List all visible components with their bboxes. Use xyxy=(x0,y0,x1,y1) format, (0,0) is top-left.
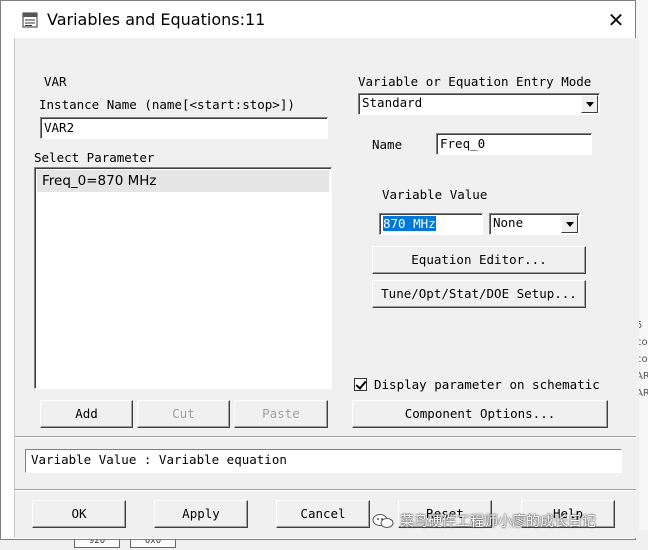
equation-editor-button[interactable]: Equation Editor... xyxy=(372,246,586,274)
select-parameter-label: Select Parameter xyxy=(34,150,155,165)
entry-mode-select[interactable]: Standard xyxy=(358,93,600,115)
apply-button[interactable]: Apply xyxy=(154,500,248,528)
cancel-button[interactable]: Cancel xyxy=(276,500,370,528)
cut-button[interactable]: Cut xyxy=(137,400,230,428)
component-options-button[interactable]: Component Options... xyxy=(352,400,608,428)
separator xyxy=(14,436,636,438)
name-label: Name xyxy=(372,137,403,152)
tune-opt-stat-doe-setup-button[interactable]: Tune/Opt/Stat/DOE Setup... xyxy=(372,280,586,308)
component-type-label: VAR xyxy=(44,74,67,89)
watermark-text: 菜鸟硬件工程师小廖的成长日记 xyxy=(400,514,596,530)
entry-mode-value: Standard xyxy=(362,95,423,110)
chevron-down-icon[interactable] xyxy=(561,215,578,233)
chevron-down-icon[interactable] xyxy=(581,95,598,113)
window-title: Variables and Equations:11 xyxy=(47,10,266,29)
instance-name-label: Instance Name (name[<start:stop>]) xyxy=(39,97,295,112)
display-parameter-label: Display parameter on schematic xyxy=(374,377,600,392)
variable-value-input[interactable]: 870 MHz xyxy=(379,213,483,235)
close-icon[interactable]: ✕ xyxy=(601,6,631,34)
ok-button[interactable]: OK xyxy=(32,500,126,528)
watermark: 菜鸟硬件工程师小廖的成长日记 xyxy=(372,511,596,531)
unit-value: None xyxy=(493,215,524,230)
title-bar[interactable]: Variables and Equations:11 ✕ xyxy=(1,1,635,39)
unit-select[interactable]: None xyxy=(489,213,580,235)
separator xyxy=(14,489,636,491)
variable-value-text: 870 MHz xyxy=(383,216,436,231)
entry-mode-label: Variable or Equation Entry Mode xyxy=(358,74,592,89)
list-item[interactable]: Freq_0=870 MHz xyxy=(37,170,329,192)
parameter-listbox[interactable]: Freq_0=870 MHz xyxy=(34,167,332,389)
instance-name-input[interactable]: VAR2 xyxy=(40,117,328,139)
status-field: Variable Value : Variable equation xyxy=(25,449,622,473)
paste-button[interactable]: Paste xyxy=(234,400,328,428)
variable-value-label: Variable Value xyxy=(382,187,488,202)
display-parameter-checkbox[interactable] xyxy=(354,378,367,391)
chat-bubble-icon xyxy=(372,514,394,528)
app-icon xyxy=(22,12,38,28)
name-input[interactable]: Freq_0 xyxy=(436,133,592,155)
add-button[interactable]: Add xyxy=(40,400,133,428)
